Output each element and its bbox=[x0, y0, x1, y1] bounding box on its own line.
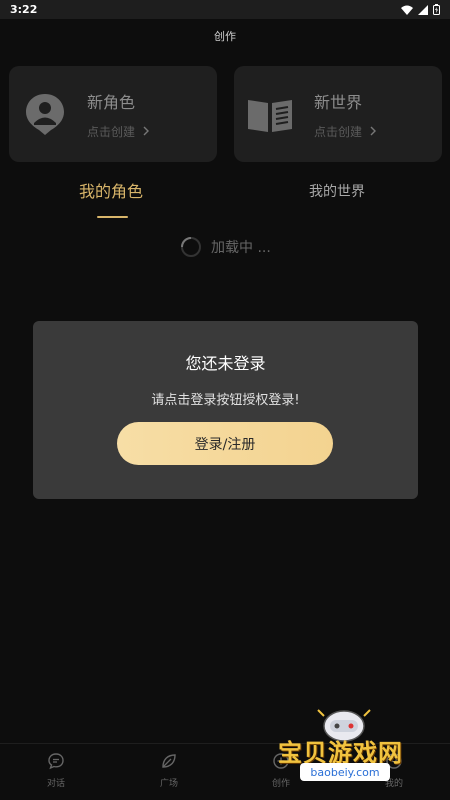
tab-indicator bbox=[97, 216, 128, 218]
chevron-right-icon bbox=[370, 126, 377, 136]
loading-indicator: 加载中 ... bbox=[180, 236, 271, 258]
page-title: 创作 bbox=[214, 30, 236, 43]
new-role-card[interactable]: 新角色 点击创建 bbox=[9, 66, 217, 162]
status-bar: 3:22 bbox=[0, 0, 450, 19]
watermark-logo: 宝贝游戏网 baobeiy.com bbox=[272, 706, 422, 790]
user-location-icon bbox=[26, 94, 64, 135]
nav-label-square: 广场 bbox=[159, 779, 178, 789]
spinner-icon bbox=[181, 237, 201, 257]
dialog-message: 请点击登录按钮授权登录! bbox=[151, 393, 300, 408]
new-role-title: 新角色 bbox=[87, 92, 136, 112]
loading-text: 加载中 ... bbox=[211, 240, 271, 256]
nav-item-chat[interactable]: 对话 bbox=[26, 752, 86, 789]
watermark-url: baobeiy.com bbox=[300, 763, 390, 781]
battery-icon bbox=[433, 4, 440, 15]
book-icon bbox=[248, 100, 292, 132]
status-icons bbox=[401, 4, 440, 15]
login-dialog: 您还未登录 请点击登录按钮授权登录! 登录/注册 bbox=[33, 321, 418, 499]
wifi-icon bbox=[401, 5, 413, 15]
nav-item-square[interactable]: 广场 bbox=[139, 752, 199, 789]
login-register-button[interactable]: 登录/注册 bbox=[117, 422, 333, 465]
tab-my-worlds[interactable]: 我的世界 bbox=[309, 181, 365, 201]
leaf-icon bbox=[162, 754, 176, 768]
tab-my-roles[interactable]: 我的角色 bbox=[79, 178, 143, 202]
tab-bar: 我的角色 我的世界 bbox=[0, 178, 450, 222]
new-world-title: 新世界 bbox=[314, 92, 363, 112]
new-world-card[interactable]: 新世界 点击创建 bbox=[234, 66, 442, 162]
dialog-title: 您还未登录 bbox=[185, 354, 266, 373]
signal-icon bbox=[418, 4, 428, 15]
new-world-subtitle: 点击创建 bbox=[314, 124, 363, 139]
new-role-subtitle: 点击创建 bbox=[87, 124, 136, 139]
chevron-right-icon bbox=[143, 126, 150, 136]
nav-label-chat: 对话 bbox=[46, 779, 65, 789]
chat-icon bbox=[48, 753, 64, 770]
status-time: 3:22 bbox=[10, 3, 38, 16]
